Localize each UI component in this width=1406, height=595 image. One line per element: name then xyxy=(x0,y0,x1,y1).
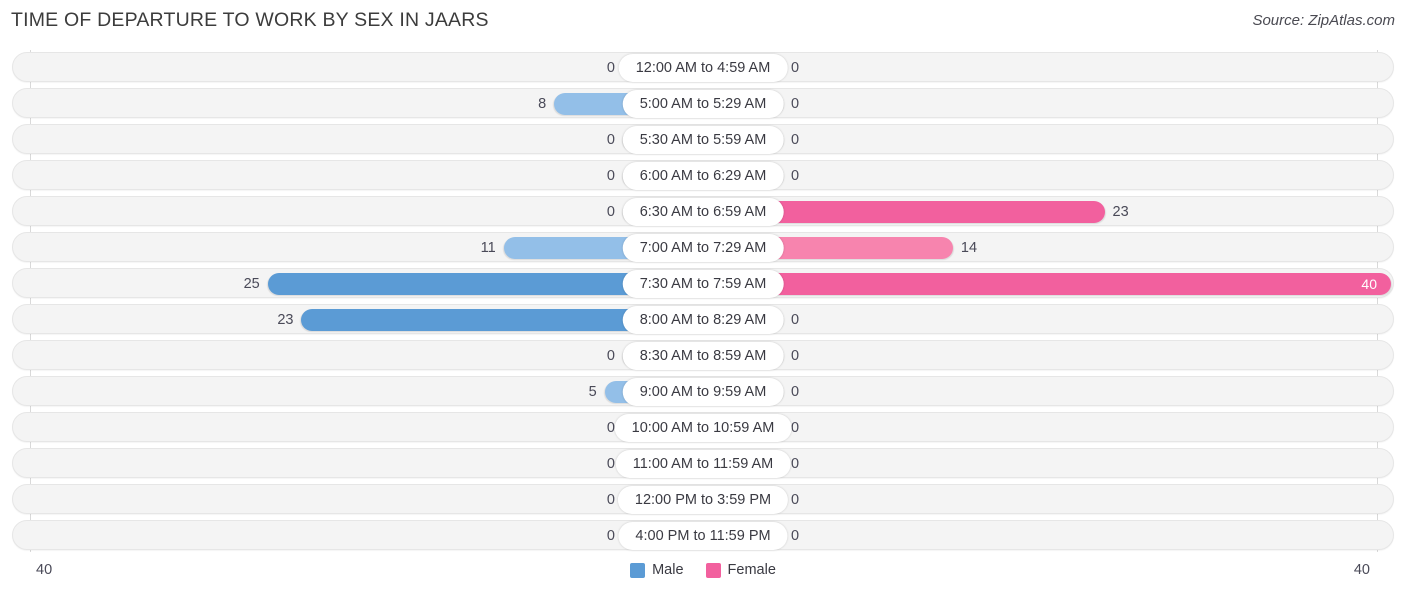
category-label: 8:00 AM to 8:29 AM xyxy=(622,306,784,334)
chart-footer: 40 40 Male Female xyxy=(0,558,1406,595)
bar-value-female: 0 xyxy=(791,384,800,400)
legend-item-male[interactable]: Male xyxy=(630,562,684,578)
source-attribution: Source: ZipAtlas.com xyxy=(1252,12,1395,29)
bar-value-male: 0 xyxy=(606,60,615,76)
bar-value-male: 25 xyxy=(243,276,260,292)
chart-row[interactable]: 11 14 7:00 AM to 7:29 AM xyxy=(12,232,1394,262)
chart-row[interactable]: 5 0 9:00 AM to 9:59 AM xyxy=(12,376,1394,406)
bar-value-female: 0 xyxy=(791,420,800,436)
bar-value-male: 5 xyxy=(588,384,597,400)
category-label: 12:00 PM to 3:59 PM xyxy=(617,486,789,514)
category-label: 10:00 AM to 10:59 AM xyxy=(614,414,792,442)
category-label: 7:00 AM to 7:29 AM xyxy=(622,234,784,262)
chart-row[interactable]: 25 40 7:30 AM to 7:59 AM xyxy=(12,268,1394,298)
bar-value-female: 0 xyxy=(791,528,800,544)
bar-value-male: 8 xyxy=(538,96,547,112)
chart-row[interactable]: 23 0 8:00 AM to 8:29 AM xyxy=(12,304,1394,334)
bar-value-male: 0 xyxy=(606,168,615,184)
chart-row[interactable]: 0 0 4:00 PM to 11:59 PM xyxy=(12,520,1394,550)
legend-label-female: Female xyxy=(727,562,776,578)
category-label: 12:00 AM to 4:59 AM xyxy=(618,54,788,82)
bar-value-male: 23 xyxy=(277,312,294,328)
category-label: 4:00 PM to 11:59 PM xyxy=(618,522,788,550)
legend-swatch-female-icon xyxy=(705,562,721,578)
bar-value-female: 0 xyxy=(791,312,800,328)
bar-value-female: 14 xyxy=(960,240,978,256)
chart-row[interactable]: 0 0 11:00 AM to 11:59 AM xyxy=(12,448,1394,478)
chart-legend: Male Female xyxy=(0,562,1406,578)
bar-value-male: 11 xyxy=(480,240,496,256)
bar-value-female: 40 xyxy=(1361,276,1377,292)
bar-value-female: 0 xyxy=(791,132,800,148)
category-label: 6:30 AM to 6:59 AM xyxy=(622,198,784,226)
bar-value-female: 0 xyxy=(791,60,800,76)
chart-row[interactable]: 0 0 6:00 AM to 6:29 AM xyxy=(12,160,1394,190)
chart-row[interactable]: 8 0 5:00 AM to 5:29 AM xyxy=(12,88,1394,118)
bar-value-male: 0 xyxy=(606,204,615,220)
bar-value-male: 0 xyxy=(606,132,615,148)
category-label: 9:00 AM to 9:59 AM xyxy=(622,378,784,406)
chart-header: TIME OF DEPARTURE TO WORK BY SEX IN JAAR… xyxy=(0,0,1406,44)
category-label: 8:30 AM to 8:59 AM xyxy=(622,342,784,370)
bar-value-male: 0 xyxy=(606,528,615,544)
bar-value-male: 0 xyxy=(606,348,615,364)
chart-row[interactable]: 0 0 10:00 AM to 10:59 AM xyxy=(12,412,1394,442)
legend-item-female[interactable]: Female xyxy=(705,562,776,578)
category-label: 11:00 AM to 11:59 AM xyxy=(615,450,791,478)
bar-value-female: 0 xyxy=(791,96,800,112)
category-label: 7:30 AM to 7:59 AM xyxy=(622,270,784,298)
bar-value-female: 0 xyxy=(791,456,800,472)
chart-row[interactable]: 0 23 6:30 AM to 6:59 AM xyxy=(12,196,1394,226)
chart-row[interactable]: 0 0 5:30 AM to 5:59 AM xyxy=(12,124,1394,154)
chart-plot-area: 0 0 12:00 AM to 4:59 AM 8 0 5:00 AM to 5:29 A… xyxy=(0,50,1406,558)
bar-female[interactable] xyxy=(717,273,1391,295)
legend-swatch-male-icon xyxy=(630,562,646,578)
bar-value-female: 0 xyxy=(791,168,800,184)
bar-value-female: 23 xyxy=(1112,204,1129,220)
bar-value-female: 0 xyxy=(791,492,800,508)
chart-row[interactable]: 0 0 8:30 AM to 8:59 AM xyxy=(12,340,1394,370)
chart-row[interactable]: 0 0 12:00 AM to 4:59 AM xyxy=(12,52,1394,82)
category-label: 5:30 AM to 5:59 AM xyxy=(622,126,784,154)
bar-value-male: 0 xyxy=(606,456,615,472)
category-label: 6:00 AM to 6:29 AM xyxy=(622,162,784,190)
category-label: 5:00 AM to 5:29 AM xyxy=(622,90,784,118)
chart-row[interactable]: 0 0 12:00 PM to 3:59 PM xyxy=(12,484,1394,514)
bar-value-female: 0 xyxy=(791,348,800,364)
bar-value-male: 0 xyxy=(606,492,615,508)
page-title: TIME OF DEPARTURE TO WORK BY SEX IN JAAR… xyxy=(11,9,489,31)
legend-label-male: Male xyxy=(652,562,684,578)
